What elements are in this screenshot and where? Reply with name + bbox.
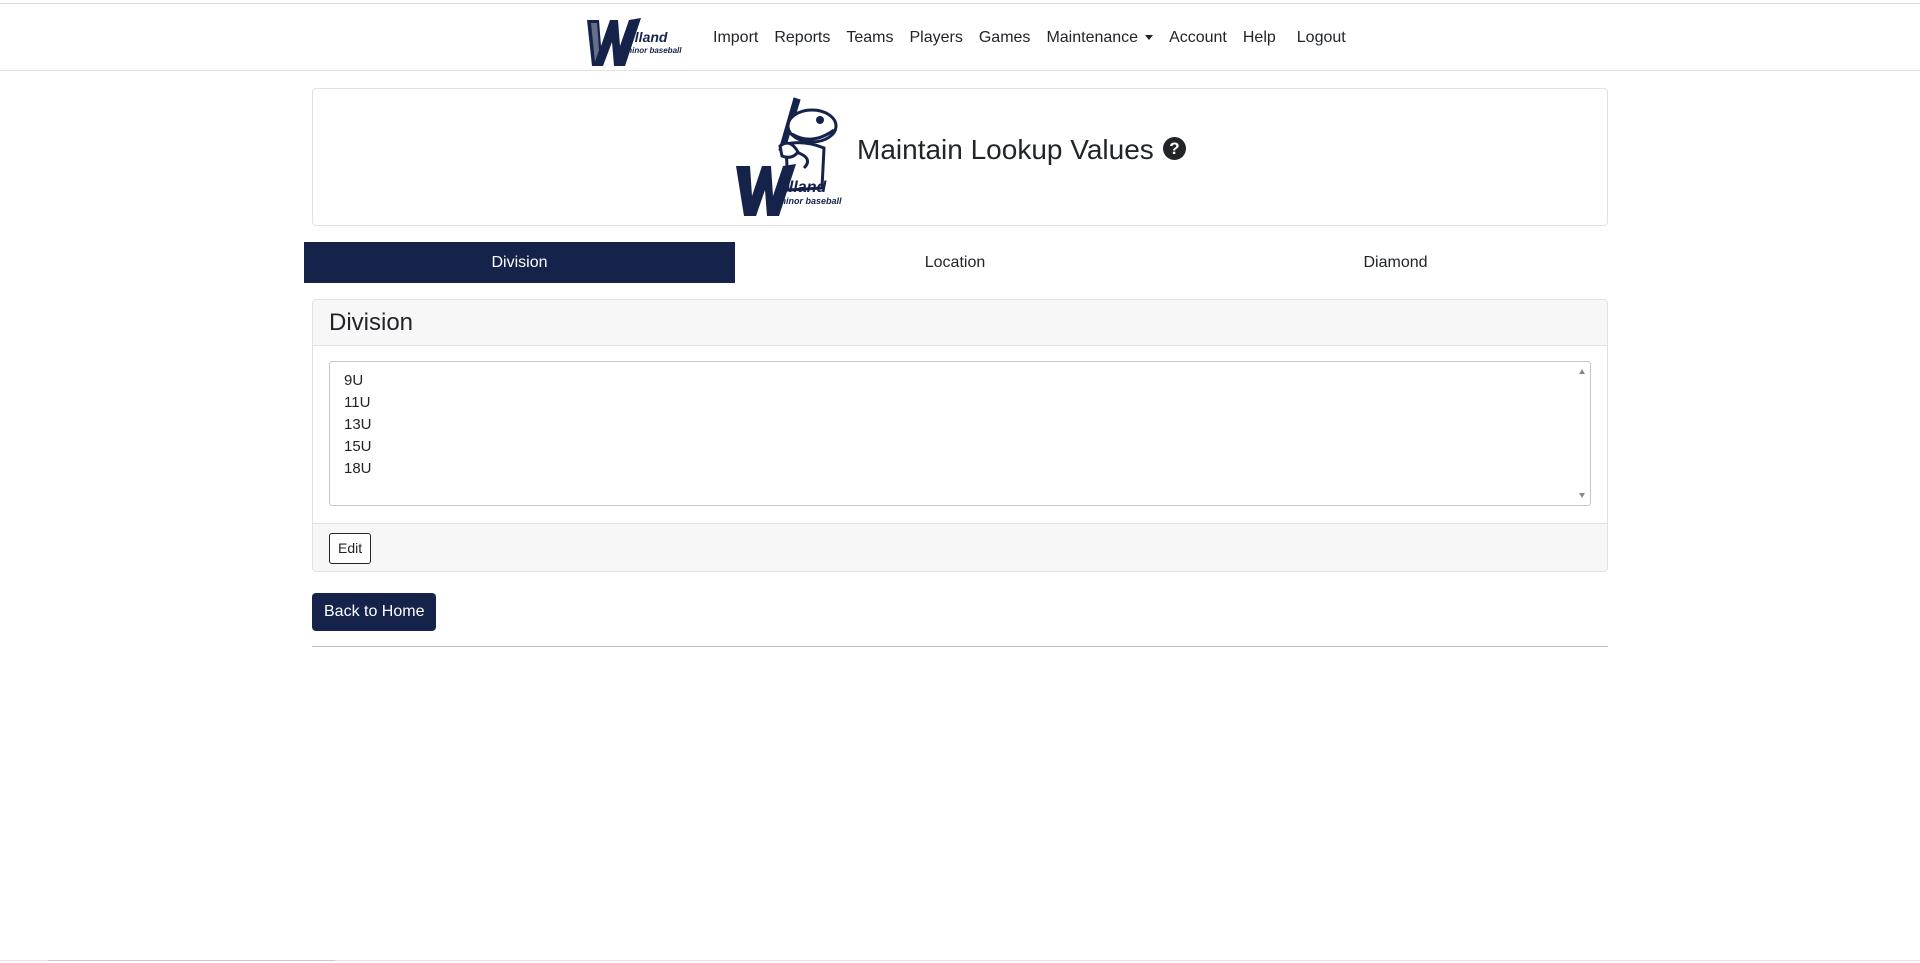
- panel-footer: Edit: [313, 523, 1607, 571]
- logo-word: elland: [627, 29, 668, 45]
- mascot-logo-subtitle: minor baseball: [778, 196, 842, 206]
- nav-account[interactable]: Account: [1161, 29, 1235, 47]
- mascot-logo: elland minor baseball: [734, 96, 854, 220]
- list-item: 11U: [344, 394, 371, 411]
- division-textarea[interactable]: 9U 11U 13U 15U 18U: [329, 361, 1591, 506]
- bottom-scrollbar-fragment: [48, 960, 335, 961]
- welland-logo-icon: elland minor baseball: [587, 18, 682, 66]
- nav-maintenance-dropdown[interactable]: Maintenance: [1038, 29, 1161, 47]
- nav-maintenance-label: Maintenance: [1046, 28, 1139, 46]
- nav-help[interactable]: Help: [1235, 29, 1284, 47]
- scroll-up-arrow-icon[interactable]: [1579, 369, 1585, 374]
- nav-players[interactable]: Players: [902, 29, 971, 47]
- help-icon[interactable]: ?: [1163, 137, 1186, 160]
- tab-division[interactable]: Division: [304, 242, 735, 283]
- list-item: 9U: [344, 372, 364, 389]
- scroll-down-arrow-icon[interactable]: [1579, 493, 1585, 498]
- list-item: 18U: [344, 460, 372, 477]
- lookup-tabs: Division Location Diamond: [304, 242, 1616, 283]
- page-header-card: elland minor baseball Maintain Lookup Va…: [312, 88, 1608, 226]
- navbar: elland minor baseball Import Reports Tea…: [0, 4, 1920, 71]
- nav-logout[interactable]: Logout: [1289, 29, 1354, 47]
- panel-header: Division: [313, 300, 1607, 346]
- nav-games[interactable]: Games: [971, 29, 1039, 47]
- nav-import[interactable]: Import: [705, 29, 766, 47]
- back-to-home-button[interactable]: Back to Home: [312, 593, 437, 631]
- main-nav: Import Reports Teams Players Games Maint…: [705, 4, 1354, 71]
- tab-diamond[interactable]: Diamond: [1175, 242, 1616, 283]
- mascot-logo-word: elland: [780, 179, 827, 196]
- frog-mascot-icon: elland minor baseball: [736, 97, 842, 216]
- nav-reports[interactable]: Reports: [766, 29, 838, 47]
- divider: [312, 646, 1608, 647]
- division-panel: Division 9U 11U 13U 15U 18U Edit: [312, 299, 1608, 572]
- panel-title: Division: [329, 308, 414, 336]
- panel-body: 9U 11U 13U 15U 18U: [313, 346, 1607, 523]
- page-title: Maintain Lookup Values: [857, 134, 1154, 165]
- list-item: 15U: [344, 438, 372, 455]
- edit-button[interactable]: Edit: [329, 532, 372, 564]
- caret-down-icon: [1145, 35, 1154, 40]
- nav-teams[interactable]: Teams: [838, 29, 901, 47]
- tab-location[interactable]: Location: [735, 242, 1175, 283]
- logo-subtitle: minor baseball: [625, 46, 682, 55]
- list-item: 13U: [344, 416, 372, 433]
- brand-logo[interactable]: elland minor baseball: [583, 12, 688, 68]
